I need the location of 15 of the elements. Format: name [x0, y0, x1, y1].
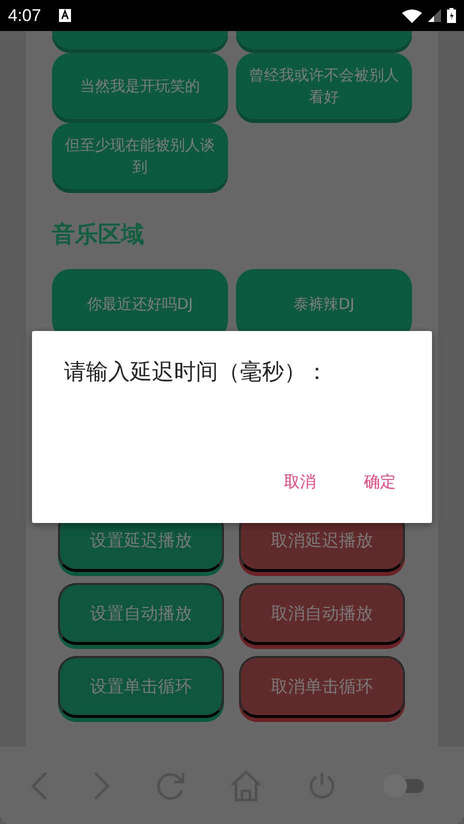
dialog-button[interactable]: 取消	[268, 466, 332, 499]
toggle-switch[interactable]	[382, 772, 426, 798]
section-heading: 音乐区域	[52, 221, 145, 250]
battery-icon	[447, 8, 456, 23]
song-button[interactable]	[52, 31, 228, 49]
signal-icon	[428, 9, 441, 22]
song-button[interactable]: 当然我是开玩笑的	[52, 53, 228, 119]
dialog-button[interactable]: 确定	[348, 466, 412, 499]
wifi-icon	[402, 8, 422, 22]
song-button[interactable]: 但至少现在能被别人谈到	[52, 123, 228, 189]
dialog-title: 请输入延迟时间（毫秒）：	[64, 359, 329, 387]
keyboard-notification-icon	[59, 9, 72, 22]
song-button[interactable]: 曾经我或许不会被别人看好	[236, 53, 412, 119]
song-button[interactable]	[236, 31, 412, 49]
clock: 4:07	[8, 6, 42, 26]
